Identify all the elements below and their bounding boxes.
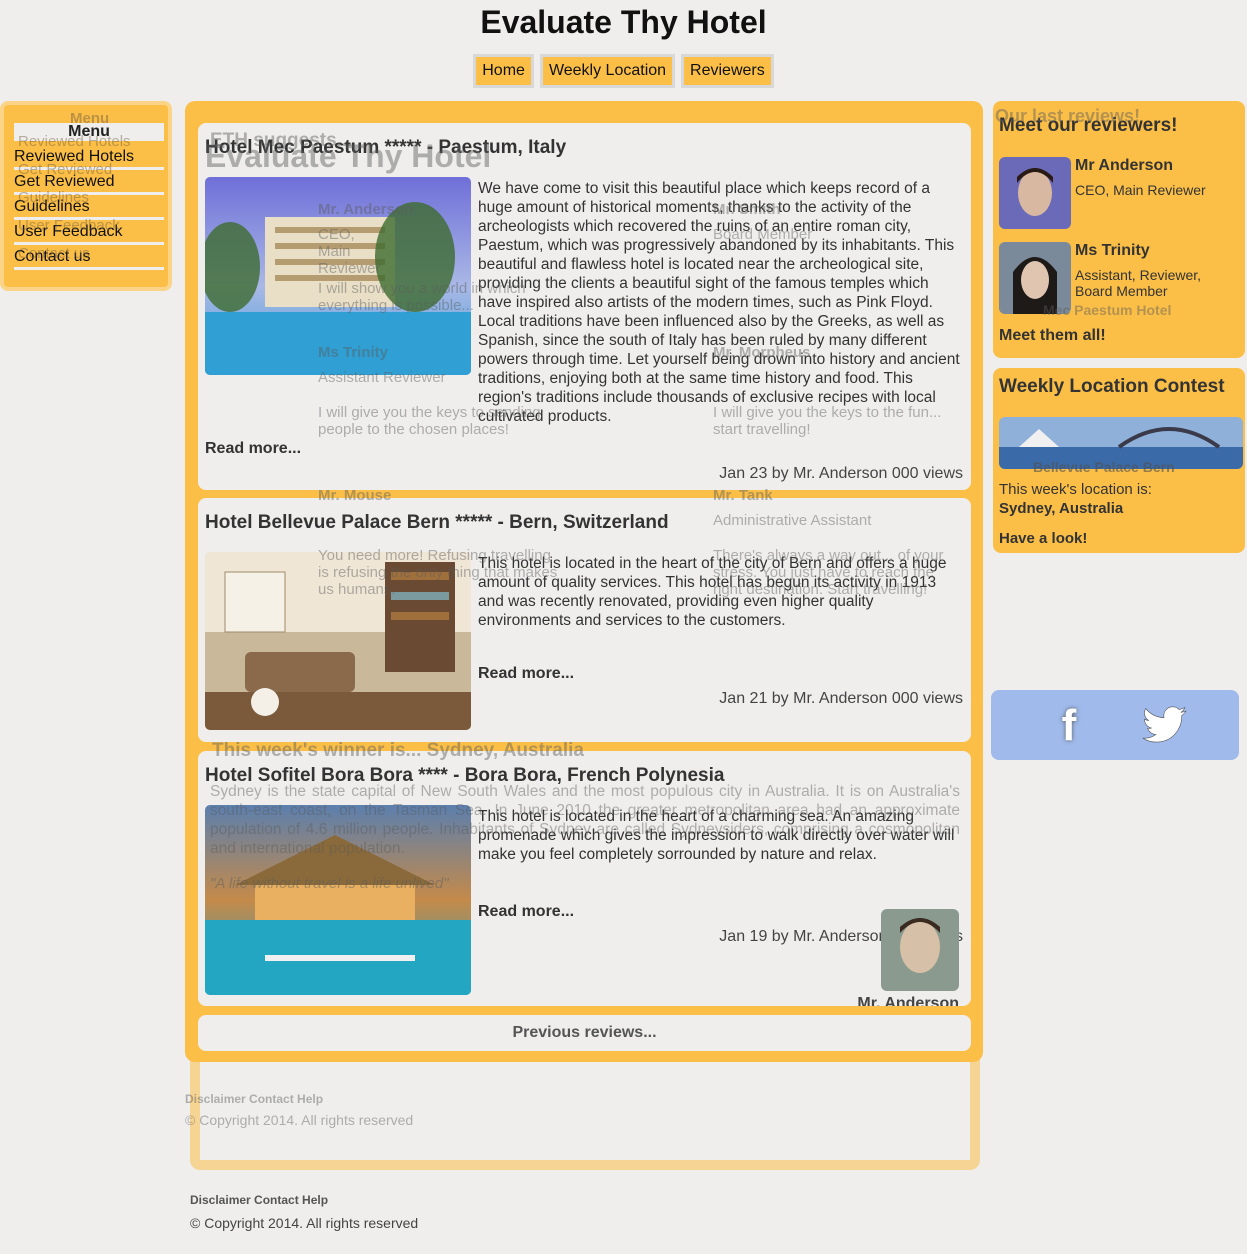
ghost-menu-item: Get Reviewed <box>18 161 113 178</box>
reviewer-avatar[interactable] <box>999 157 1071 229</box>
review-card: Hotel Mec Paestum ***** - Paestum, Italy… <box>198 123 971 490</box>
footer-copyright: © Copyright 2014. All rights reserved <box>190 1215 419 1231</box>
site-title: Evaluate Thy Hotel <box>480 4 767 40</box>
hotel-photo[interactable] <box>205 805 471 995</box>
hotel-photo[interactable] <box>205 552 471 730</box>
reviewer-name[interactable]: Ms Trinity <box>1075 242 1150 260</box>
meet-all-link[interactable]: Meet them all! <box>999 327 1106 345</box>
review-body: We have come to visit this beautiful pla… <box>478 180 960 425</box>
review-body: This hotel is located in the heart of a … <box>478 808 955 863</box>
read-more-link[interactable]: Read more... <box>478 665 574 683</box>
ghost-menu-title: Menu <box>70 110 110 127</box>
review-card: Hotel Bellevue Palace Bern ***** - Bern,… <box>198 498 971 742</box>
read-more-link[interactable]: Read more... <box>478 903 574 921</box>
ghost-menu-item: Contact us <box>18 245 90 262</box>
reviewer-role: Assistant, Reviewer, Board Member <box>1075 267 1202 299</box>
author-name[interactable]: Mr. Anderson <box>857 995 959 1006</box>
nav-weekly-location[interactable]: Weekly Location <box>539 54 676 88</box>
review-title[interactable]: Hotel Bellevue Palace Bern ***** - Bern,… <box>205 512 669 534</box>
nav-reviewers[interactable]: Reviewers <box>681 54 774 88</box>
ghost-menu-item: User Feedback <box>18 217 120 234</box>
contest-location[interactable]: Sydney, Australia <box>999 500 1123 517</box>
twitter-icon[interactable] <box>1139 700 1191 752</box>
review-card: Hotel Sofitel Bora Bora **** - Bora Bora… <box>198 751 971 1006</box>
reviewer-avatar[interactable] <box>999 242 1071 314</box>
reviewer-role: CEO, Main Reviewer <box>1075 182 1206 198</box>
review-meta: Jan 23 by Mr. Anderson 000 views <box>719 465 963 482</box>
footer-links[interactable]: Disclaimer Contact Help <box>190 1193 328 1207</box>
social-panel: f <box>991 690 1239 760</box>
reviewers-title: Meet our reviewers! <box>999 115 1178 136</box>
nav-home[interactable]: Home <box>473 54 534 88</box>
top-nav: Home Weekly Location Reviewers <box>0 54 1247 88</box>
author-avatar[interactable] <box>881 909 959 991</box>
ghost-menu-item: Guidelines <box>18 189 89 206</box>
contest-title: Weekly Location Contest <box>999 376 1225 397</box>
review-title[interactable]: Hotel Mec Paestum ***** - Paestum, Italy <box>205 137 566 159</box>
review-meta: Jan 21 by Mr. Anderson 000 views <box>719 690 963 707</box>
facebook-icon[interactable]: f <box>1043 700 1095 752</box>
reviewers-panel: Meet our reviewers! Mr Anderson CEO, Mai… <box>993 101 1245 358</box>
contest-caption: Bellevue Palace Bern <box>1033 459 1175 475</box>
hotel-photo[interactable] <box>205 177 471 375</box>
previous-reviews-link[interactable]: Previous reviews... <box>198 1015 971 1051</box>
contest-look-link[interactable]: Have a look! <box>999 530 1087 547</box>
read-more-link[interactable]: Read more... <box>205 440 301 458</box>
ghost-menu: Menu Reviewed Hotels Get Reviewed Guidel… <box>18 110 131 268</box>
weekly-contest-panel: Weekly Location Contest Bellevue Palace … <box>993 368 1245 553</box>
contest-line: This week's location is: <box>999 481 1152 498</box>
reviewer-name[interactable]: Mr Anderson <box>1075 157 1173 175</box>
review-title[interactable]: Hotel Sofitel Bora Bora **** - Bora Bora… <box>205 765 724 787</box>
review-body: This hotel is located in the heart of th… <box>478 555 947 629</box>
ghost-menu-item: Reviewed Hotels <box>18 133 131 150</box>
